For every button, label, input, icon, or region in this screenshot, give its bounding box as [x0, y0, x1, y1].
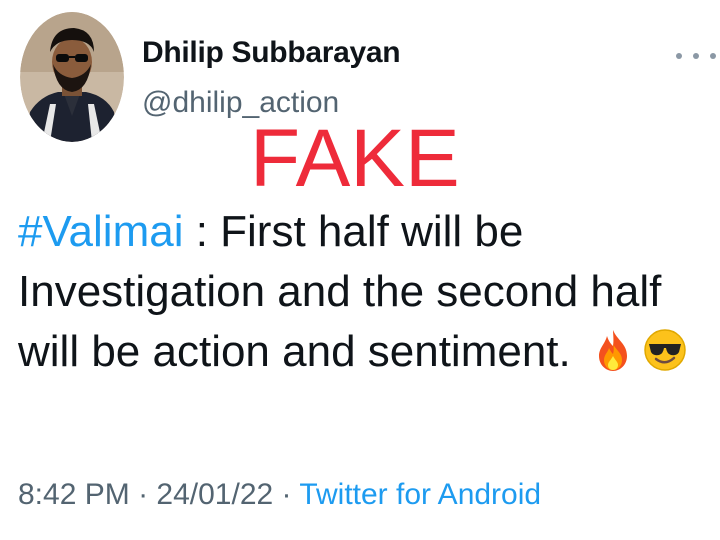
tweet-text-segment: will be action and sentiment. [18, 327, 583, 376]
tweet-date[interactable]: 24/01/22 [156, 478, 273, 511]
hashtag-link[interactable]: #Valimai [18, 207, 183, 256]
tweet-body: #Valimai : First half will be Investigat… [18, 202, 708, 388]
tweet-card: Dhilip Subbarayan @dhilip_action FAKE #V… [0, 0, 720, 540]
avatar-photo [20, 12, 124, 142]
avatar[interactable] [20, 12, 124, 142]
tweet-meta: 8:42 PM · 24/01/22 · Twitter for Android [18, 478, 541, 512]
tweet-line-1: #Valimai : First half will be [18, 202, 708, 262]
sunglasses-face-emoji-icon [643, 328, 687, 388]
more-dot-icon [693, 53, 699, 59]
author-display-name[interactable]: Dhilip Subbarayan [142, 36, 401, 70]
meta-separator: · [273, 478, 300, 511]
tweet-line-3: will be action and sentiment. [18, 322, 708, 388]
tweet-text-segment: : First half will be [183, 207, 524, 256]
more-dot-icon [710, 53, 716, 59]
tweet-source-link[interactable]: Twitter for Android [299, 478, 541, 511]
tweet-time[interactable]: 8:42 PM [18, 478, 130, 511]
more-dot-icon [676, 53, 682, 59]
meta-separator: · [129, 478, 157, 511]
fake-stamp-overlay: FAKE [250, 113, 460, 204]
fire-emoji-icon [593, 328, 633, 388]
tweet-line-2: Investigation and the second half [18, 267, 662, 316]
more-options-button[interactable] [676, 44, 716, 68]
